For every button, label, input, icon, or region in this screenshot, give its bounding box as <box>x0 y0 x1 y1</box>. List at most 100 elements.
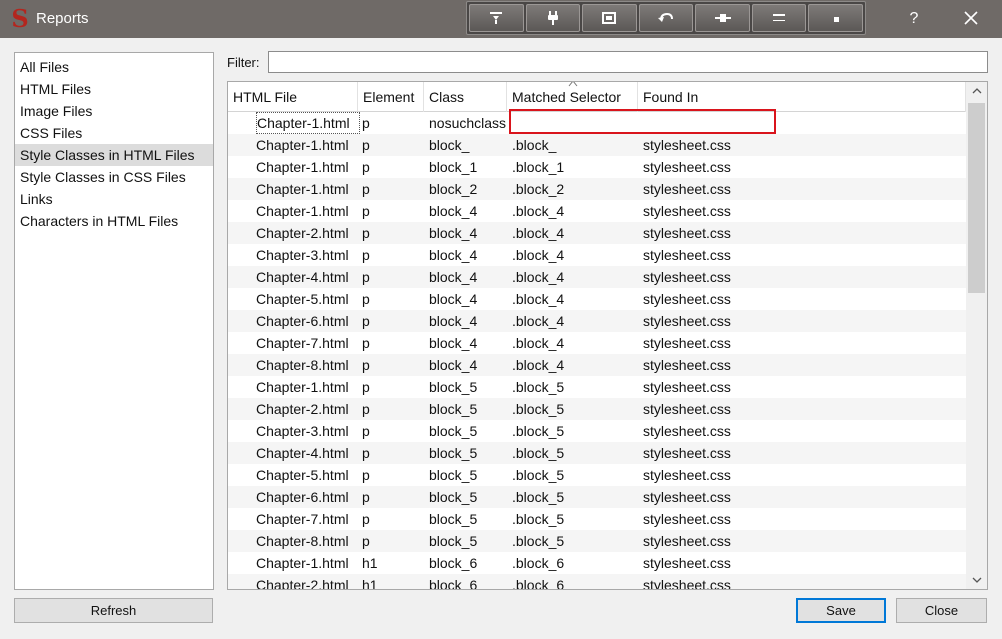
scroll-up-button[interactable] <box>966 82 987 100</box>
column-header[interactable]: Found In <box>638 82 966 112</box>
table-cell: stylesheet.css <box>643 357 731 373</box>
table-cell: stylesheet.css <box>643 159 731 175</box>
table-cell: Chapter-8.html <box>256 533 349 549</box>
table-row[interactable]: Chapter-7.html p block_5 .block_5 stylesheet… <box>228 508 966 530</box>
table-cell <box>512 112 642 134</box>
table-row[interactable]: Chapter-8.html p block_4 .block_4 stylesheet… <box>228 354 966 376</box>
table-row[interactable]: Chapter-1.html h1 block_6 .block_6 styleshee… <box>228 552 966 574</box>
table-cell: block_5 <box>429 533 478 549</box>
table-cell: stylesheet.css <box>643 555 731 571</box>
scrollbar-thumb[interactable] <box>968 103 985 293</box>
table-cell: stylesheet.css <box>643 577 731 590</box>
column-header[interactable]: Element <box>358 82 424 112</box>
toolbar-button-window[interactable] <box>582 4 637 32</box>
table-cell: block_5 <box>429 401 478 417</box>
filter-input[interactable] <box>268 51 988 73</box>
table-cell: Chapter-4.html <box>256 269 349 285</box>
table-cell: block_4 <box>429 247 478 263</box>
refresh-button[interactable]: Refresh <box>14 598 213 623</box>
table-row[interactable]: Chapter-1.html p block_2 .block_2 stylesheet… <box>228 178 966 200</box>
report-list-item[interactable]: CSS Files <box>15 122 213 144</box>
table-cell: Chapter-1.html <box>256 159 349 175</box>
table-row[interactable]: Chapter-1.html p block_5 .block_5 stylesheet… <box>228 376 966 398</box>
table-row[interactable]: Chapter-6.html p block_5 .block_5 stylesheet… <box>228 486 966 508</box>
table-row[interactable]: Chapter-5.html p block_5 .block_5 stylesheet… <box>228 464 966 486</box>
toolbar-button-plugin[interactable] <box>525 4 581 32</box>
table-cell: p <box>362 269 370 285</box>
table-row[interactable]: Chapter-3.html p block_4 .block_4 stylesheet… <box>228 244 966 266</box>
window-close-button[interactable] <box>959 6 983 30</box>
chevron-down-icon <box>972 577 981 583</box>
close-button[interactable]: Close <box>896 598 987 623</box>
table-row[interactable]: Chapter-1.html p block_1 .block_1 stylesheet… <box>228 156 966 178</box>
table-cell <box>643 112 843 134</box>
table-cell: stylesheet.css <box>643 533 731 549</box>
table-cell: Chapter-3.html <box>256 247 349 263</box>
table-cell: block_4 <box>429 203 478 219</box>
toolbar-button-dot[interactable] <box>808 4 864 32</box>
table-cell: stylesheet.css <box>643 489 731 505</box>
minus-bar-icon <box>773 14 786 21</box>
table-row[interactable]: Chapter-6.html p block_4 .block_4 stylesheet… <box>228 310 966 332</box>
vertical-scrollbar[interactable] <box>966 82 987 589</box>
table-cell: nosuchclass <box>429 115 507 131</box>
table-cell: .block_4 <box>512 269 565 285</box>
toolbar-button-download[interactable] <box>469 4 524 32</box>
table-cell: Chapter-7.html <box>256 335 349 351</box>
table-cell: block_4 <box>429 269 478 285</box>
connector-icon <box>714 14 731 22</box>
report-list-item[interactable]: All Files <box>15 56 213 78</box>
table-cell: block_ <box>429 137 470 153</box>
report-type-list: All Files HTML Files Image Files CSS Files S… <box>14 52 214 590</box>
table-row[interactable]: Chapter-2.html p block_4 .block_4 stylesheet… <box>228 222 966 244</box>
table-cell: block_4 <box>429 313 478 329</box>
table-row[interactable]: Chapter-1.html p block_4 .block_4 stylesheet… <box>228 200 966 222</box>
table-cell: Chapter-1.html <box>256 137 349 153</box>
report-list-item[interactable]: Image Files <box>15 100 213 122</box>
report-list-item[interactable]: Characters in HTML Files <box>15 210 213 232</box>
table-cell: block_1 <box>429 159 478 175</box>
table-cell: p <box>362 181 370 197</box>
table-cell: Chapter-3.html <box>256 423 349 439</box>
table-header: HTML File Element Class Matched Selector Fou… <box>228 82 966 112</box>
save-button[interactable]: Save <box>796 598 886 623</box>
help-button[interactable]: ? <box>903 8 925 30</box>
table-cell: .block_4 <box>512 225 565 241</box>
table-cell: stylesheet.css <box>643 467 731 483</box>
table-row[interactable]: Chapter-1.html p block_ .block_ stylesheet.c… <box>228 134 966 156</box>
table-row[interactable]: Chapter-7.html p block_4 .block_4 stylesheet… <box>228 332 966 354</box>
table-cell: .block_5 <box>512 423 565 439</box>
table-row[interactable]: Chapter-8.html p block_5 .block_5 stylesheet… <box>228 530 966 552</box>
scroll-down-button[interactable] <box>966 571 987 589</box>
report-list-item[interactable]: Style Classes in CSS Files <box>15 166 213 188</box>
toolbar-button-undo[interactable] <box>638 4 694 32</box>
table-cell: block_5 <box>429 379 478 395</box>
table-row[interactable]: Chapter-5.html p block_4 .block_4 stylesheet… <box>228 288 966 310</box>
table-cell: .block_ <box>512 137 557 153</box>
column-header[interactable]: Class <box>424 82 507 112</box>
table-row[interactable]: Chapter-2.html h1 block_6 .block_6 styleshee… <box>228 574 966 590</box>
column-header[interactable]: HTML File <box>228 82 358 112</box>
column-header[interactable]: Matched Selector <box>507 82 638 112</box>
table-row[interactable]: Chapter-3.html p block_5 .block_5 stylesheet… <box>228 420 966 442</box>
table-row[interactable]: Chapter-4.html p block_5 .block_5 stylesheet… <box>228 442 966 464</box>
table-row[interactable]: Chapter-2.html p block_5 .block_5 stylesheet… <box>228 398 966 420</box>
report-list-item[interactable]: HTML Files <box>15 78 213 100</box>
table-cell: block_5 <box>429 489 478 505</box>
table-cell: p <box>362 159 370 175</box>
table-cell: Chapter-2.html <box>256 225 349 241</box>
toolbar-button-connect[interactable] <box>695 4 750 32</box>
report-list-item[interactable]: Style Classes in HTML Files <box>15 144 213 166</box>
report-list-item[interactable]: Links <box>15 188 213 210</box>
table-cell: stylesheet.css <box>643 401 731 417</box>
table-cell: Chapter-1.html <box>256 181 349 197</box>
table-cell: stylesheet.css <box>643 379 731 395</box>
table-cell: p <box>362 489 370 505</box>
table-cell: Chapter-5.html <box>256 467 349 483</box>
table-cell: p <box>362 313 370 329</box>
table-cell: .block_6 <box>512 577 565 590</box>
toolbar-button-minimize-bar[interactable] <box>751 4 807 32</box>
table-row[interactable]: Chapter-1.html p nosuchclass <box>228 112 966 134</box>
table-cell: stylesheet.css <box>643 247 731 263</box>
table-row[interactable]: Chapter-4.html p block_4 .block_4 stylesheet… <box>228 266 966 288</box>
